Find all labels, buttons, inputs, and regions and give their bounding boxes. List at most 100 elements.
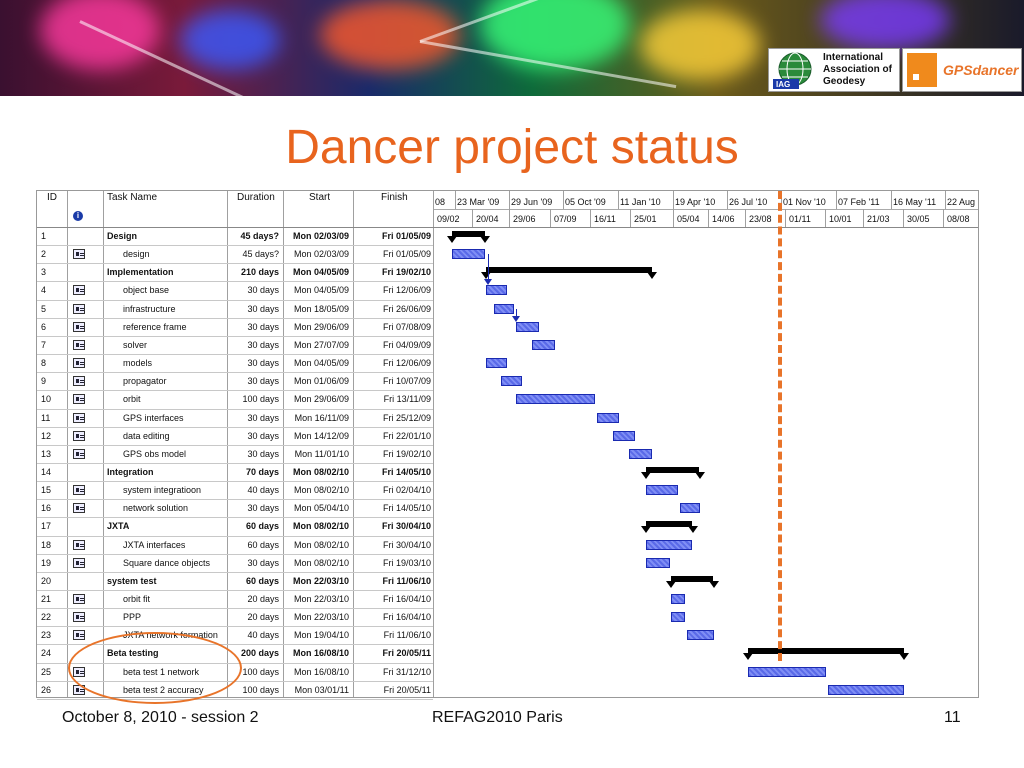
summary-bar[interactable] <box>671 575 714 582</box>
task-finish[interactable]: Fri 10/07/09 <box>353 372 431 390</box>
task-id[interactable]: 11 <box>41 409 50 427</box>
task-id[interactable]: 19 <box>41 554 51 572</box>
task-duration[interactable]: 30 days <box>227 409 279 427</box>
task-id[interactable]: 23 <box>41 626 51 644</box>
task-id[interactable]: 25 <box>41 663 51 681</box>
task-start[interactable]: Mon 16/08/10 <box>283 644 349 662</box>
task-duration[interactable]: 20 days <box>227 590 279 608</box>
task-notes-icon[interactable] <box>73 303 85 314</box>
task-notes-icon[interactable] <box>73 412 85 423</box>
task-duration[interactable]: 60 days <box>227 517 279 535</box>
task-duration[interactable]: 60 days <box>227 536 279 554</box>
task-bar[interactable] <box>680 503 700 514</box>
task-name[interactable]: PPP <box>123 608 141 626</box>
task-finish[interactable]: Fri 04/09/09 <box>353 336 431 354</box>
task-name[interactable]: design <box>123 245 150 263</box>
task-duration[interactable]: 30 days <box>227 300 279 318</box>
task-id[interactable]: 22 <box>41 608 51 626</box>
task-id[interactable]: 15 <box>41 481 51 499</box>
task-name[interactable]: Integration <box>107 463 154 481</box>
task-start[interactable]: Mon 19/04/10 <box>283 626 349 644</box>
task-start[interactable]: Mon 29/06/09 <box>283 318 349 336</box>
task-name[interactable]: JXTA <box>107 517 129 535</box>
task-start[interactable]: Mon 04/05/09 <box>283 263 349 281</box>
task-name[interactable]: system test <box>107 572 157 590</box>
task-duration[interactable]: 30 days <box>227 354 279 372</box>
task-duration[interactable]: 45 days? <box>227 227 279 245</box>
task-bar[interactable] <box>486 285 507 296</box>
task-notes-icon[interactable] <box>73 539 85 550</box>
task-name[interactable]: orbit fit <box>123 590 150 608</box>
task-notes-icon[interactable] <box>73 503 85 514</box>
task-start[interactable]: Mon 02/03/09 <box>283 227 349 245</box>
task-start[interactable]: Mon 02/03/09 <box>283 245 349 263</box>
task-duration[interactable]: 70 days <box>227 463 279 481</box>
task-notes-icon[interactable] <box>73 321 85 332</box>
task-start[interactable]: Mon 22/03/10 <box>283 590 349 608</box>
gantt-header-start[interactable]: Start <box>309 189 330 207</box>
task-notes-icon[interactable] <box>73 376 85 387</box>
task-finish[interactable]: Fri 30/04/10 <box>353 517 431 535</box>
task-start[interactable]: Mon 01/06/09 <box>283 372 349 390</box>
task-notes-icon[interactable] <box>73 430 85 441</box>
task-notes-icon[interactable] <box>73 612 85 623</box>
task-finish[interactable]: Fri 02/04/10 <box>353 481 431 499</box>
task-name[interactable]: GPS obs model <box>123 445 186 463</box>
task-id[interactable]: 21 <box>41 590 51 608</box>
gantt-header-task-name[interactable]: Task Name <box>107 189 157 207</box>
task-start[interactable]: Mon 18/05/09 <box>283 300 349 318</box>
task-id[interactable]: 14 <box>41 463 51 481</box>
task-id[interactable]: 20 <box>41 572 51 590</box>
task-id[interactable]: 26 <box>41 681 51 699</box>
task-bar[interactable] <box>516 394 596 405</box>
gantt-header-duration[interactable]: Duration <box>237 189 275 207</box>
task-id[interactable]: 3 <box>41 263 46 281</box>
task-id[interactable]: 7 <box>41 336 46 354</box>
task-start[interactable]: Mon 03/01/11 <box>283 681 349 699</box>
task-name[interactable]: solver <box>123 336 147 354</box>
task-id[interactable]: 12 <box>41 427 51 445</box>
task-bar[interactable] <box>613 430 636 441</box>
task-bar[interactable] <box>629 448 653 459</box>
task-duration[interactable]: 30 days <box>227 554 279 572</box>
task-finish[interactable]: Fri 31/12/10 <box>353 663 431 681</box>
task-name[interactable]: network solution <box>123 499 188 517</box>
task-id[interactable]: 1 <box>41 227 46 245</box>
task-name[interactable]: GPS interfaces <box>123 409 184 427</box>
task-start[interactable]: Mon 08/02/10 <box>283 517 349 535</box>
summary-bar[interactable] <box>486 267 653 274</box>
task-duration[interactable]: 30 days <box>227 499 279 517</box>
task-name[interactable]: Square dance objects <box>123 554 210 572</box>
task-start[interactable]: Mon 04/05/09 <box>283 354 349 372</box>
task-start[interactable]: Mon 29/06/09 <box>283 390 349 408</box>
task-start[interactable]: Mon 08/02/10 <box>283 554 349 572</box>
task-start[interactable]: Mon 08/02/10 <box>283 481 349 499</box>
task-start[interactable]: Mon 22/03/10 <box>283 572 349 590</box>
task-notes-icon[interactable] <box>73 485 85 496</box>
task-finish[interactable]: Fri 14/05/10 <box>353 499 431 517</box>
task-finish[interactable]: Fri 19/03/10 <box>353 554 431 572</box>
task-start[interactable]: Mon 05/04/10 <box>283 499 349 517</box>
task-id[interactable]: 24 <box>41 644 51 662</box>
task-id[interactable]: 5 <box>41 300 46 318</box>
summary-bar[interactable] <box>645 466 700 473</box>
task-notes-icon[interactable] <box>73 557 85 568</box>
task-bar[interactable] <box>828 684 905 695</box>
task-finish[interactable]: Fri 01/05/09 <box>353 245 431 263</box>
task-finish[interactable]: Fri 11/06/10 <box>353 572 431 590</box>
task-start[interactable]: Mon 27/07/09 <box>283 336 349 354</box>
task-finish[interactable]: Fri 25/12/09 <box>353 409 431 427</box>
task-id[interactable]: 10 <box>41 390 51 408</box>
task-start[interactable]: Mon 04/05/09 <box>283 281 349 299</box>
task-finish[interactable]: Fri 11/06/10 <box>353 626 431 644</box>
task-duration[interactable]: 30 days <box>227 336 279 354</box>
gantt-header-finish[interactable]: Finish <box>381 189 408 207</box>
task-name[interactable]: Implementation <box>107 263 174 281</box>
task-notes-icon[interactable] <box>73 339 85 350</box>
task-start[interactable]: Mon 11/01/10 <box>283 445 349 463</box>
task-duration[interactable]: 30 days <box>227 445 279 463</box>
task-id[interactable]: 16 <box>41 499 51 517</box>
task-start[interactable]: Mon 16/11/09 <box>283 409 349 427</box>
task-duration[interactable]: 30 days <box>227 372 279 390</box>
task-bar[interactable] <box>451 249 485 260</box>
